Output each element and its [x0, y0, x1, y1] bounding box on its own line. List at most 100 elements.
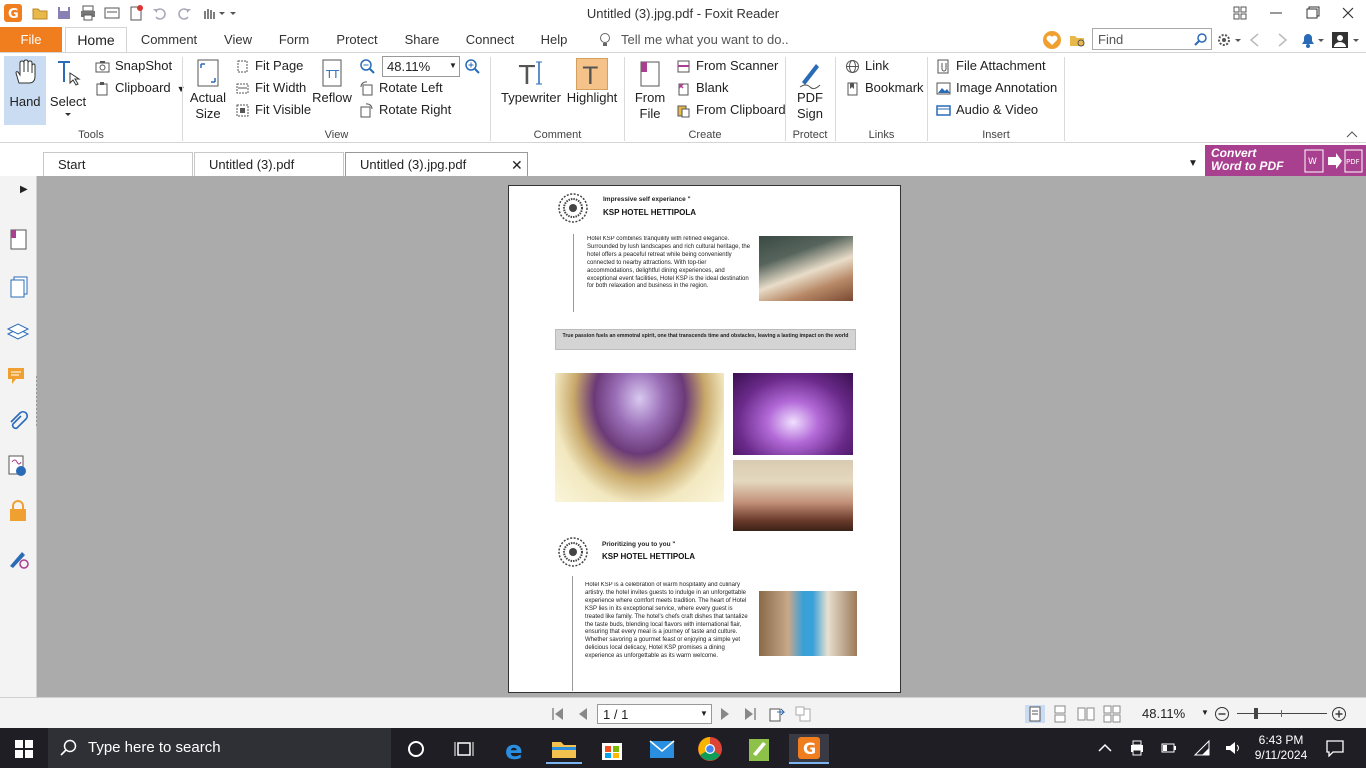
maximize-button[interactable] — [1302, 4, 1322, 22]
notepad-plus-icon[interactable] — [741, 734, 777, 764]
tab-protect[interactable]: Protect — [330, 27, 384, 52]
find-input[interactable]: Find — [1092, 28, 1212, 50]
comments-icon[interactable] — [6, 365, 30, 387]
pdf-sign-button[interactable]: PDF Sign — [790, 58, 830, 122]
status-zoom-dropdown-icon[interactable]: ▼ — [1201, 708, 1209, 717]
typewriter-button[interactable]: T Typewriter — [498, 58, 564, 106]
attachments-icon[interactable] — [6, 410, 30, 434]
mail-icon[interactable] — [644, 734, 680, 764]
image-annotation-button[interactable]: Image Annotation — [936, 78, 1057, 98]
zoom-level-select[interactable]: 48.11% ▼ — [382, 56, 460, 77]
printer-tray-icon[interactable] — [1128, 739, 1146, 757]
zoom-dropdown-icon[interactable]: ▼ — [449, 61, 457, 70]
status-zoom-value[interactable]: 48.11% — [1142, 706, 1185, 721]
select-dropdown-icon[interactable] — [64, 112, 72, 118]
tab-share[interactable]: Share — [399, 27, 445, 52]
windows-start-icon[interactable] — [14, 739, 34, 759]
notification-bell-icon[interactable] — [1298, 31, 1326, 49]
bookmark-button[interactable]: Bookmark — [845, 78, 924, 98]
settings-gear-icon[interactable] — [1216, 32, 1242, 48]
expand-pane-icon[interactable]: ▶ — [20, 184, 28, 195]
wifi-icon[interactable] — [1193, 739, 1211, 757]
volume-icon[interactable] — [1224, 739, 1242, 757]
fit-page-button[interactable]: Fit Page — [235, 56, 303, 76]
tab-form[interactable]: Form — [274, 27, 314, 52]
audio-video-button[interactable]: Audio & Video — [936, 100, 1038, 120]
tab-start[interactable]: Start — [43, 152, 193, 176]
tab-untitled-jpg-pdf[interactable]: Untitled (3).jpg.pdf ✕ — [345, 152, 528, 176]
tell-me-search[interactable]: Tell me what you want to do.. — [621, 27, 789, 52]
search-icon[interactable] — [1193, 32, 1208, 47]
last-page-icon[interactable] — [742, 706, 758, 722]
first-page-icon[interactable] — [550, 706, 566, 722]
previous-view-icon[interactable] — [768, 705, 786, 723]
clipboard-button[interactable]: Clipboard▼ — [95, 78, 186, 98]
cortana-icon[interactable] — [398, 734, 434, 764]
status-zoom-in-icon[interactable] — [1331, 706, 1347, 722]
reflow-button[interactable]: TT Reflow — [310, 58, 354, 106]
heart-icon[interactable] — [1043, 31, 1061, 49]
tab-help[interactable]: Help — [535, 27, 573, 52]
zoom-out-icon[interactable] — [359, 58, 375, 74]
from-file-button[interactable]: From File — [630, 58, 670, 122]
tab-connect[interactable]: Connect — [460, 27, 520, 52]
pages-icon[interactable] — [8, 275, 30, 299]
user-account-icon[interactable] — [1330, 30, 1362, 50]
from-scanner-button[interactable]: From Scanner — [676, 56, 778, 76]
from-clipboard-button[interactable]: From Clipboard — [676, 100, 786, 120]
zoom-in-icon[interactable] — [464, 58, 480, 74]
tab-view[interactable]: View — [218, 27, 258, 52]
zoom-slider-track[interactable] — [1237, 713, 1327, 714]
minimize-button[interactable] — [1266, 4, 1286, 22]
previous-result-icon[interactable] — [1248, 32, 1262, 48]
file-attachment-button[interactable]: File Attachment — [936, 56, 1046, 76]
tab-home[interactable]: Home — [65, 27, 127, 53]
highlight-button[interactable]: T Highlight — [566, 58, 618, 106]
clock[interactable]: 6:43 PM 9/11/2024 — [1248, 733, 1314, 763]
next-page-icon[interactable] — [718, 706, 732, 722]
chrome-icon[interactable] — [692, 734, 728, 764]
signature-panel-icon[interactable] — [6, 454, 30, 478]
tab-comment[interactable]: Comment — [138, 27, 200, 52]
layers-icon[interactable] — [6, 320, 30, 342]
close-tab-icon[interactable]: ✕ — [511, 153, 523, 177]
tab-untitled-pdf[interactable]: Untitled (3).pdf — [194, 152, 344, 176]
actual-size-button[interactable]: Actual Size — [188, 58, 228, 122]
next-result-icon[interactable] — [1275, 32, 1289, 48]
show-hidden-icons-chevron[interactable] — [1096, 739, 1114, 757]
rotate-right-button[interactable]: Rotate Right — [359, 100, 451, 120]
folder-search-icon[interactable] — [1068, 31, 1086, 49]
tab-file[interactable]: File — [0, 27, 62, 52]
hand-tool-button[interactable]: Hand — [4, 56, 46, 125]
zoom-slider-thumb[interactable] — [1254, 708, 1258, 719]
restore-layout-icon[interactable] — [1230, 4, 1250, 22]
link-button[interactable]: Link — [845, 56, 889, 76]
close-button[interactable] — [1338, 4, 1358, 22]
page-number-input[interactable]: 1 / 1 ▼ — [597, 704, 712, 724]
foxit-reader-taskbar-icon[interactable]: G — [789, 734, 829, 764]
tab-list-dropdown-icon[interactable]: ▼ — [1188, 158, 1198, 169]
rotate-left-button[interactable]: Rotate Left — [359, 78, 443, 98]
fit-visible-button[interactable]: Fit Visible — [235, 100, 311, 120]
collapse-ribbon-icon[interactable] — [1346, 129, 1358, 139]
snapshot-button[interactable]: SnapShot — [95, 56, 172, 76]
action-center-icon[interactable] — [1325, 739, 1345, 757]
taskbar-search-box[interactable]: Type here to search — [48, 728, 391, 768]
blank-button[interactable]: Blank — [676, 78, 729, 98]
status-zoom-out-icon[interactable] — [1214, 706, 1230, 722]
page-thumbnails-icon[interactable] — [8, 228, 30, 252]
select-tool-button[interactable]: Select — [50, 56, 86, 125]
task-view-icon[interactable] — [446, 734, 482, 764]
convert-word-to-pdf-banner[interactable]: Convert Word to PDF W PDF — [1205, 145, 1366, 176]
fit-width-button[interactable]: Fit Width — [235, 78, 306, 98]
file-explorer-icon[interactable] — [546, 734, 582, 764]
continuous-facing-view-icon[interactable] — [1102, 705, 1122, 723]
lock-icon[interactable] — [7, 499, 29, 523]
facing-view-icon[interactable] — [1076, 705, 1096, 723]
page-dropdown-icon[interactable]: ▼ — [700, 709, 708, 718]
microsoft-store-icon[interactable] — [594, 734, 630, 764]
continuous-view-icon[interactable] — [1050, 705, 1070, 723]
battery-icon[interactable] — [1160, 739, 1178, 757]
edge-browser-icon[interactable]: e — [497, 734, 533, 764]
previous-page-icon[interactable] — [576, 706, 590, 722]
